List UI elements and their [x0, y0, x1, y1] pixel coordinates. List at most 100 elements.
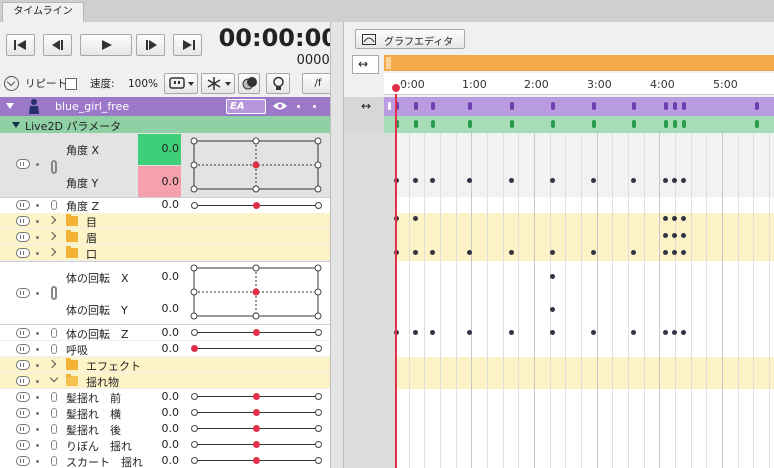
model-option-dot[interactable] — [313, 105, 316, 108]
model-track-start-handle[interactable] — [388, 102, 391, 110]
keyframe[interactable] — [672, 178, 677, 183]
xy-pad-body[interactable] — [190, 263, 322, 321]
keyframe[interactable] — [672, 250, 677, 255]
keyframe[interactable] — [467, 250, 472, 255]
track-body[interactable] — [396, 261, 774, 357]
param-toggle-icon[interactable] — [16, 440, 30, 450]
ea-badge[interactable]: EA — [226, 99, 266, 114]
keyframe[interactable] — [430, 330, 435, 335]
keyframe[interactable] — [663, 233, 668, 238]
options-toggle[interactable] — [4, 76, 19, 91]
keyframe[interactable] — [755, 102, 759, 110]
collapse-triangle-icon[interactable] — [12, 122, 20, 128]
playhead-line[interactable] — [395, 88, 397, 468]
keyframe[interactable] — [632, 102, 636, 110]
link-icon[interactable] — [51, 286, 57, 300]
keyframe[interactable] — [509, 330, 514, 335]
speed-value[interactable]: 100% — [128, 74, 158, 94]
keyframe[interactable] — [591, 178, 596, 183]
slider-thumb[interactable] — [252, 456, 260, 464]
play-button[interactable] — [80, 34, 132, 56]
link-icon[interactable] — [51, 344, 57, 354]
keyframe[interactable] — [664, 102, 668, 110]
keyframe[interactable] — [681, 216, 686, 221]
keyframe[interactable] — [468, 120, 472, 128]
work-area-range-bar[interactable] — [384, 55, 774, 71]
param-toggle-icon[interactable] — [16, 392, 30, 402]
keyframe[interactable] — [663, 330, 668, 335]
snap-button[interactable] — [201, 73, 235, 94]
param-toggle-icon[interactable] — [16, 216, 30, 226]
keyframe[interactable] — [467, 178, 472, 183]
param-value-hair-back[interactable]: 0.0 — [151, 422, 180, 435]
keyframe[interactable] — [510, 120, 514, 128]
param-value-body-z[interactable]: 0.0 — [151, 326, 180, 339]
keyframe[interactable] — [663, 250, 668, 255]
keyframe[interactable] — [467, 330, 472, 335]
param-value-skirt[interactable]: 0.0 — [151, 454, 180, 467]
folder-row-sway[interactable] — [0, 373, 330, 388]
param-toggle-icon[interactable] — [16, 159, 30, 169]
track-folders[interactable] — [396, 213, 774, 261]
keyframe[interactable] — [631, 178, 636, 183]
keyframe[interactable] — [673, 120, 677, 128]
link-icon[interactable] — [51, 408, 57, 418]
keyframe[interactable] — [663, 216, 668, 221]
param-toggle-icon[interactable] — [16, 344, 30, 354]
param-value-angle-y[interactable]: 0.0 — [151, 175, 180, 188]
xy-pad-angle[interactable] — [190, 136, 322, 194]
keyframe[interactable] — [592, 102, 596, 110]
eye-icon[interactable] — [272, 100, 288, 112]
track-angle-xy[interactable] — [396, 133, 774, 197]
link-icon[interactable] — [51, 160, 57, 174]
keyframe[interactable] — [664, 120, 668, 128]
keyframe[interactable] — [551, 120, 555, 128]
group-track[interactable] — [384, 116, 774, 133]
keyframe[interactable] — [591, 330, 596, 335]
keyframe[interactable] — [550, 307, 555, 312]
slider-thumb[interactable] — [252, 201, 260, 209]
keyframe[interactable] — [663, 178, 668, 183]
keyframe[interactable] — [592, 120, 596, 128]
zoom-fit-button[interactable]: ↔ — [352, 55, 379, 74]
param-value-hair-front[interactable]: 0.0 — [151, 390, 180, 403]
param-value-hair-side[interactable]: 0.0 — [151, 406, 180, 419]
keyframe[interactable] — [550, 178, 555, 183]
horizontal-arrows-icon[interactable]: ↔ — [361, 99, 371, 113]
slider-thumb[interactable] — [252, 440, 260, 448]
param-toggle-icon[interactable] — [16, 232, 30, 242]
param-toggle-icon[interactable] — [16, 360, 30, 370]
playhead-handle[interactable] — [390, 82, 402, 94]
link-icon[interactable] — [51, 456, 57, 466]
graph-editor-button[interactable]: グラフエディタ — [355, 29, 465, 49]
keyframe[interactable] — [672, 233, 677, 238]
go-to-start-button[interactable] — [6, 34, 35, 56]
keyframe[interactable] — [550, 274, 555, 279]
link-icon[interactable] — [51, 440, 57, 450]
keyframe[interactable] — [550, 250, 555, 255]
keyframe[interactable] — [510, 102, 514, 110]
param-toggle-icon[interactable] — [16, 376, 30, 386]
keyframe[interactable] — [682, 120, 686, 128]
keyframe[interactable] — [414, 102, 418, 110]
keyframe[interactable] — [509, 250, 514, 255]
track-angle-z[interactable] — [396, 197, 774, 213]
go-to-end-button[interactable] — [173, 34, 202, 56]
link-icon[interactable] — [51, 200, 57, 210]
marker-button[interactable] — [266, 73, 290, 94]
track-sway-folders[interactable] — [396, 357, 774, 389]
param-value-body-y[interactable]: 0.0 — [151, 302, 180, 315]
slider-thumb[interactable] — [252, 392, 260, 400]
track-sway-params[interactable] — [396, 389, 774, 468]
keyframe[interactable] — [591, 250, 596, 255]
param-value-angle-z[interactable]: 0.0 — [151, 198, 180, 211]
keyframe[interactable] — [550, 330, 555, 335]
keyframe[interactable] — [431, 120, 435, 128]
keyframe[interactable] — [413, 216, 418, 221]
keyframe[interactable] — [673, 102, 677, 110]
param-value-angle-x[interactable]: 0.0 — [151, 142, 180, 155]
keyframe[interactable] — [413, 250, 418, 255]
display-mode-button[interactable] — [164, 73, 198, 94]
next-frame-button[interactable] — [136, 34, 165, 56]
param-toggle-icon[interactable] — [16, 248, 30, 258]
